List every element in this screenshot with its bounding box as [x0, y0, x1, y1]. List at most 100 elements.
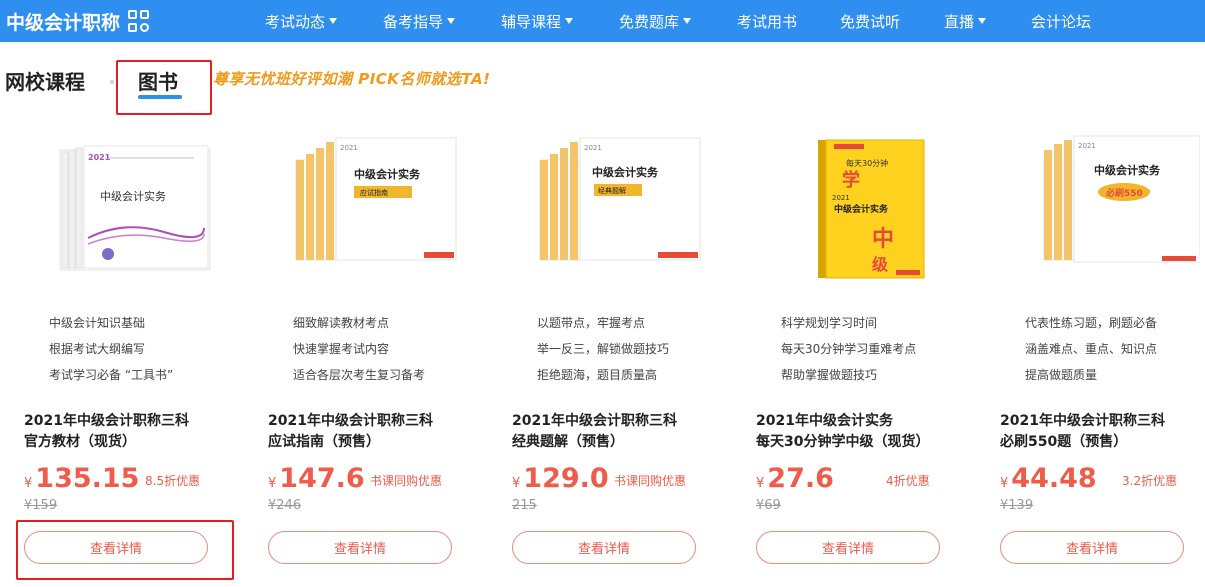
nav-item-label: 直播: [944, 12, 975, 31]
nav-item-exam-news[interactable]: 考试动态: [265, 0, 338, 42]
nav-item-label: 免费试听: [840, 12, 901, 31]
caret-down-icon: [978, 18, 987, 24]
product-title[interactable]: 2021年中级会计实务 每天30分钟学中级（现货）: [756, 411, 929, 453]
product-title-line1: 2021年中级会计职称三科: [1000, 413, 1165, 429]
book-cover-image[interactable]: 2021 中级会计实务 必刷550: [1020, 120, 1201, 280]
currency-symbol: ¥: [756, 476, 765, 491]
nav-item-prep-guide[interactable]: 备考指导: [383, 0, 456, 42]
cover-year-text: 2021: [88, 153, 111, 162]
highlight-box-books-tab: [116, 60, 212, 115]
nav-item-courses[interactable]: 辅导课程: [501, 0, 574, 42]
svg-text:每天30分钟: 每天30分钟: [846, 158, 888, 168]
view-details-button[interactable]: 查看详情: [756, 531, 940, 564]
feature-item: 快速掌握考试内容: [293, 342, 390, 356]
feature-item: 适合各层次考生复习备考: [293, 368, 426, 382]
product-title[interactable]: 2021年中级会计职称三科 官方教材（现货）: [24, 411, 189, 453]
book-stack-illustration: 2021 中级会计实务 经典题解: [539, 137, 701, 261]
discount-label: 4折优惠: [886, 474, 930, 488]
discount-label: 8.5折优惠: [145, 474, 201, 488]
brand-title: 中级会计职称: [6, 11, 121, 34]
svg-text:级: 级: [872, 255, 889, 274]
price-value: 44.48: [1011, 463, 1097, 494]
view-details-button[interactable]: 查看详情: [268, 531, 452, 564]
book-stack-illustration: 每天30分钟 学 2021 中级会计实务 中 级: [818, 139, 925, 279]
svg-text:应试指南: 应试指南: [360, 188, 388, 197]
product-price: ¥ 27.6: [756, 463, 834, 494]
product-title-line1: 2021年中级会计实务: [756, 413, 893, 429]
feature-item: 拒绝题海，题目质量高: [537, 368, 658, 382]
original-price: ¥139: [1000, 498, 1034, 513]
book-stack-illustration: 2021 中级会计实务: [59, 145, 211, 271]
book-cover-image[interactable]: 每天30分钟 学 2021 中级会计实务 中 级: [776, 120, 956, 280]
product-title-line1: 2021年中级会计职称三科: [512, 413, 677, 429]
discount-label: 书课同购优惠: [370, 474, 443, 488]
product-price: ¥ 129.0: [512, 463, 609, 494]
product-card: 每天30分钟 学 2021 中级会计实务 中 级 科学规划学习时间 每天30分钟…: [756, 120, 976, 580]
product-title[interactable]: 2021年中级会计职称三科 必刷550题（预售）: [1000, 411, 1165, 453]
currency-symbol: ¥: [268, 476, 277, 491]
currency-symbol: ¥: [512, 476, 521, 491]
price-value: 135.15: [35, 463, 140, 494]
svg-text:中级会计实务: 中级会计实务: [354, 167, 421, 181]
feature-item: 中级会计知识基础: [49, 316, 146, 330]
feature-item: 科学规划学习时间: [781, 316, 878, 330]
caret-down-icon: [565, 18, 574, 24]
book-cover-image[interactable]: 2021 中级会计实务: [44, 120, 224, 280]
top-nav-bar: 中级会计职称 考试动态 备考指导 辅导课程 免费题库 考试用书 免费试听 直播 …: [0, 0, 1205, 42]
book-stack-illustration: 2021 中级会计实务 应试指南: [295, 137, 457, 261]
nav-item-exam-books[interactable]: 考试用书: [737, 0, 797, 42]
feature-item: 考试学习必备 “工具书”: [49, 368, 174, 382]
original-price: ¥69: [756, 498, 781, 513]
product-title[interactable]: 2021年中级会计职称三科 经典题解（预售）: [512, 411, 677, 453]
grid-menu-icon[interactable]: [128, 10, 150, 32]
view-details-button[interactable]: 查看详情: [512, 531, 696, 564]
product-title-line2: 经典题解（预售）: [512, 434, 624, 450]
price-value: 129.0: [523, 463, 609, 494]
svg-text:中级会计实务: 中级会计实务: [834, 203, 889, 215]
product-card: 2021 中级会计实务 经典题解 以题带点，牢握考点 举一反三，解锁做题技巧 拒…: [512, 120, 732, 580]
svg-text:中级会计实务: 中级会计实务: [100, 189, 166, 203]
caret-down-icon: [329, 18, 338, 24]
feature-item: 提高做题质量: [1025, 368, 1098, 382]
product-card: 2021 中级会计实务 应试指南 细致解读教材考点 快速掌握考试内容 适合各层次…: [268, 120, 488, 580]
svg-text:2021: 2021: [832, 194, 850, 202]
nav-item-forum[interactable]: 会计论坛: [1031, 0, 1091, 42]
svg-text:2021: 2021: [340, 144, 358, 152]
original-price: ¥246: [268, 498, 302, 513]
product-card: 2021 中级会计实务 必刷550 代表性练习题，刷题必备 涵盖难点、重点、知识…: [1000, 120, 1205, 580]
nav-item-live[interactable]: 直播: [944, 0, 987, 42]
feature-item: 代表性练习题，刷题必备: [1025, 316, 1158, 330]
nav-item-label: 备考指导: [383, 12, 444, 31]
tab-online-courses[interactable]: 网校课程: [5, 66, 85, 95]
product-price: ¥ 44.48: [1000, 463, 1097, 494]
feature-item: 以题带点，牢握考点: [537, 316, 646, 330]
original-price: 215: [512, 498, 537, 513]
caret-down-icon: [447, 18, 456, 24]
discount-label: 书课同购优惠: [614, 474, 687, 488]
nav-item-free-trial[interactable]: 免费试听: [840, 0, 900, 42]
book-cover-image[interactable]: 2021 中级会计实务 经典题解: [532, 120, 712, 280]
product-card: 2021 中级会计实务 中级会计知识基础 根据考试大纲编写 考试学习必备 “工具…: [24, 120, 244, 580]
view-details-button[interactable]: 查看详情: [1000, 531, 1184, 564]
product-title[interactable]: 2021年中级会计职称三科 应试指南（预售）: [268, 411, 433, 453]
nav-item-label: 辅导课程: [501, 12, 562, 31]
brand-home-link[interactable]: 中级会计职称: [6, 6, 150, 36]
book-cover-image[interactable]: 2021 中级会计实务 应试指南: [288, 120, 468, 280]
nav-item-label: 考试用书: [737, 12, 798, 31]
price-value: 147.6: [279, 463, 365, 494]
nav-item-label: 免费题库: [619, 12, 680, 31]
svg-text:2021: 2021: [1078, 142, 1096, 150]
svg-text:必刷550: 必刷550: [1105, 187, 1143, 199]
product-title-line2: 必刷550题（预售）: [1000, 434, 1128, 450]
nav-item-question-bank[interactable]: 免费题库: [619, 0, 692, 42]
highlight-box-details-button: [16, 520, 234, 580]
product-title-line1: 2021年中级会计职称三科: [268, 413, 433, 429]
promo-slogan: 尊享无忧班好评如潮 PICK名师就选TA!: [213, 70, 491, 88]
feature-item: 细致解读教材考点: [293, 316, 390, 330]
original-price: ¥159: [24, 498, 58, 513]
book-stack-illustration: 2021 中级会计实务 必刷550: [1043, 135, 1201, 263]
tab-separator: [110, 80, 114, 84]
price-value: 27.6: [767, 463, 834, 494]
product-price: ¥ 135.15: [24, 463, 139, 494]
nav-item-label: 考试动态: [265, 12, 326, 31]
